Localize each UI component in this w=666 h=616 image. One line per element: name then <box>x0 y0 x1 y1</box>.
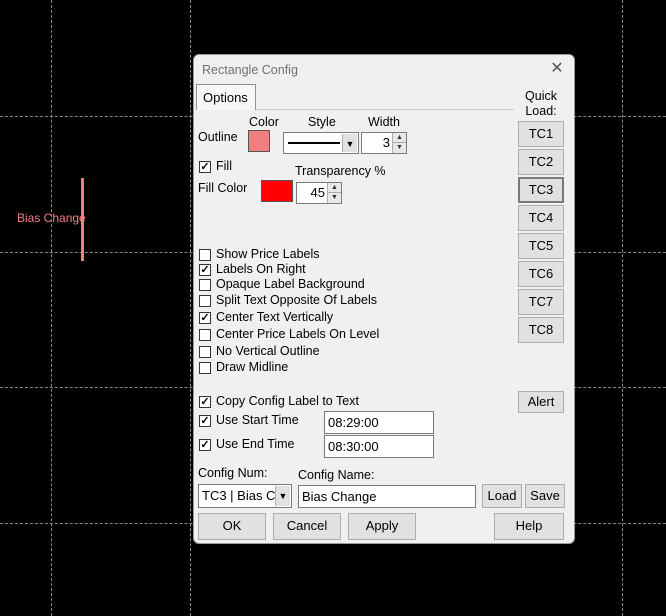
copy-config-label-checkbox[interactable]: ✓ <box>199 396 211 408</box>
config-num-select[interactable]: TC3 | Bias C ▼ <box>198 484 292 508</box>
opaque-label-background-label: Opaque Label Background <box>216 277 365 291</box>
transparency-spinner[interactable]: 45 ▲ ▼ <box>296 182 342 204</box>
no-vertical-outline-checkbox[interactable] <box>199 346 211 358</box>
spin-down-icon[interactable]: ▼ <box>393 143 406 153</box>
cancel-button[interactable]: Cancel <box>273 513 341 540</box>
spin-up-icon[interactable]: ▲ <box>393 133 406 143</box>
center-text-vertically-label: Center Text Vertically <box>216 310 334 324</box>
help-button[interactable]: Help <box>494 513 564 540</box>
center-price-labels-label: Center Price Labels On Level <box>216 327 380 341</box>
outline-width-spinner[interactable]: 3 ▲ ▼ <box>361 132 407 154</box>
quick-load-tc4-button[interactable]: TC4 <box>518 205 564 231</box>
labels-on-right-label: Labels On Right <box>216 262 306 276</box>
tab-divider <box>256 109 514 110</box>
copy-config-label-label: Copy Config Label to Text <box>216 394 359 408</box>
fill-color-swatch[interactable] <box>261 180 293 202</box>
rectangle-config-dialog: Rectangle Config ✕ Options Color Style W… <box>193 54 575 544</box>
start-time-input[interactable]: 08:29:00 <box>324 411 434 434</box>
use-end-time-checkbox[interactable]: ✓ <box>199 439 211 451</box>
quick-load-tc3-button[interactable]: TC3 <box>518 177 564 203</box>
grid-line <box>622 0 623 616</box>
alert-button[interactable]: Alert <box>518 391 564 413</box>
transparency-value: 45 <box>310 185 325 200</box>
fill-checkbox[interactable]: ✓ <box>199 161 211 173</box>
use-start-time-label: Use Start Time <box>216 413 299 427</box>
transparency-label: Transparency % <box>295 164 386 178</box>
fill-label: Fill <box>216 159 232 173</box>
color-header: Color <box>249 115 279 129</box>
ok-button[interactable]: OK <box>198 513 266 540</box>
center-text-vertically-checkbox[interactable]: ✓ <box>199 312 211 324</box>
chevron-down-icon[interactable]: ▼ <box>275 486 290 506</box>
end-time-input[interactable]: 08:30:00 <box>324 435 434 458</box>
grid-line <box>51 0 52 616</box>
quick-load-tc6-button[interactable]: TC6 <box>518 261 564 287</box>
opaque-label-background-checkbox[interactable] <box>199 279 211 291</box>
draw-midline-checkbox[interactable] <box>199 362 211 374</box>
config-name-input[interactable]: Bias Change <box>298 485 476 508</box>
spin-up-icon[interactable]: ▲ <box>328 183 341 193</box>
chevron-down-icon[interactable]: ▼ <box>342 134 357 152</box>
load-button[interactable]: Load <box>482 484 522 508</box>
dialog-title: Rectangle Config <box>202 63 298 77</box>
apply-button[interactable]: Apply <box>348 513 416 540</box>
grid-line <box>190 0 191 616</box>
line-style-select[interactable]: ▼ <box>283 132 359 154</box>
config-num-label: Config Num: <box>198 466 268 480</box>
show-price-labels-label: Show Price Labels <box>216 247 320 261</box>
no-vertical-outline-label: No Vertical Outline <box>216 344 320 358</box>
quick-load-tc1-button[interactable]: TC1 <box>518 121 564 147</box>
config-name-label: Config Name: <box>298 468 375 482</box>
outline-color-swatch[interactable] <box>248 130 270 152</box>
center-price-labels-checkbox[interactable] <box>199 329 211 341</box>
fill-color-label: Fill Color <box>198 181 248 195</box>
save-button[interactable]: Save <box>525 484 565 508</box>
outline-label: Outline <box>198 130 238 144</box>
config-num-value: TC3 | Bias C <box>202 488 276 503</box>
quick-load-label: Quick Load: <box>525 89 557 118</box>
split-text-checkbox[interactable] <box>199 295 211 307</box>
close-icon[interactable]: ✕ <box>546 58 568 80</box>
solid-line-icon <box>288 142 340 144</box>
draw-midline-label: Draw Midline <box>216 360 289 374</box>
quick-load-tc5-button[interactable]: TC5 <box>518 233 564 259</box>
quick-load-tc2-button[interactable]: TC2 <box>518 149 564 175</box>
quick-load-tc8-button[interactable]: TC8 <box>518 317 564 343</box>
use-start-time-checkbox[interactable]: ✓ <box>199 415 211 427</box>
quick-load-tc7-button[interactable]: TC7 <box>518 289 564 315</box>
split-text-label: Split Text Opposite Of Labels <box>216 293 377 307</box>
tab-options[interactable]: Options <box>196 84 256 110</box>
use-end-time-label: Use End Time <box>216 437 295 451</box>
style-header: Style <box>308 115 336 129</box>
outline-width-value: 3 <box>382 135 390 150</box>
spin-down-icon[interactable]: ▼ <box>328 193 341 203</box>
show-price-labels-checkbox[interactable] <box>199 249 211 261</box>
rectangle-label: Bias Change <box>17 211 86 225</box>
labels-on-right-checkbox[interactable]: ✓ <box>199 264 211 276</box>
width-header: Width <box>368 115 400 129</box>
